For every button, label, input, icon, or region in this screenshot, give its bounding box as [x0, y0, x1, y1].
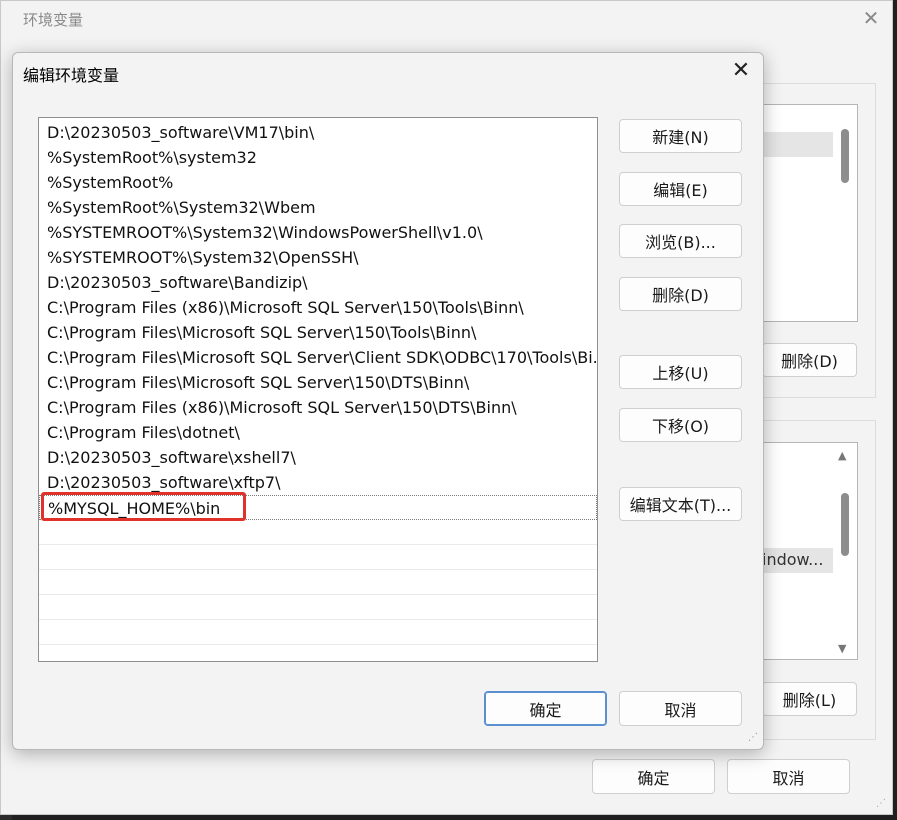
- path-list-item[interactable]: %SystemRoot%\system32: [39, 145, 597, 170]
- move-down-button[interactable]: 下移(O): [619, 408, 742, 442]
- path-list[interactable]: D:\20230503_software\VM17\bin\ %SystemRoo…: [38, 117, 598, 662]
- new-button[interactable]: 新建(N): [619, 119, 742, 153]
- scroll-down-arrow-icon[interactable]: ▼: [838, 642, 846, 655]
- user-variables-scrollbar[interactable]: [841, 129, 849, 183]
- outer-cancel-button[interactable]: 取消: [727, 759, 850, 794]
- dialog-ok-button[interactable]: 确定: [484, 691, 607, 726]
- edit-button[interactable]: 编辑(E): [619, 172, 742, 206]
- user-variables-delete-button[interactable]: 删除(D): [762, 343, 857, 377]
- scroll-up-arrow-icon[interactable]: ▲: [838, 449, 846, 462]
- dialog-resize-grip-icon[interactable]: ⋰: [748, 732, 758, 743]
- path-list-empty-row[interactable]: [39, 520, 597, 545]
- path-list-item[interactable]: C:\Program Files (x86)\Microsoft SQL Ser…: [39, 395, 597, 420]
- dialog-title: 编辑环境变量: [23, 66, 120, 85]
- path-list-item[interactable]: %SystemRoot%: [39, 170, 597, 195]
- path-list-empty-row[interactable]: [39, 620, 597, 645]
- path-list-item[interactable]: D:\20230503_software\VM17\bin\: [39, 120, 597, 145]
- user-variables-selected-row[interactable]: [763, 132, 833, 157]
- move-up-button[interactable]: 上移(U): [619, 355, 742, 389]
- path-list-item[interactable]: D:\20230503_software\xshell7\: [39, 445, 597, 470]
- system-variables-row-text: indow...: [762, 550, 824, 569]
- path-list-item[interactable]: D:\20230503_software\Bandizip\: [39, 270, 597, 295]
- path-list-item[interactable]: C:\Program Files\Microsoft SQL Server\15…: [39, 320, 597, 345]
- path-list-empty-row[interactable]: [39, 545, 597, 570]
- browse-button[interactable]: 浏览(B)...: [619, 224, 742, 258]
- path-list-empty-row[interactable]: [39, 595, 597, 620]
- path-list-item[interactable]: C:\Program Files (x86)\Microsoft SQL Ser…: [39, 295, 597, 320]
- dialog-close-icon[interactable]: ✕: [729, 59, 753, 83]
- dialog-cancel-button[interactable]: 取消: [619, 691, 742, 726]
- outer-window-title: 环境变量: [23, 11, 84, 29]
- edit-text-button[interactable]: 编辑文本(T)...: [619, 487, 742, 521]
- path-list-item[interactable]: %SYSTEMROOT%\System32\WindowsPowerShell\…: [39, 220, 597, 245]
- path-list-item[interactable]: C:\Program Files\Microsoft SQL Server\15…: [39, 370, 597, 395]
- system-variables-delete-button[interactable]: 删除(L): [762, 682, 857, 716]
- system-variables-scrollbar[interactable]: [841, 493, 849, 556]
- path-list-item[interactable]: C:\Program Files\Microsoft SQL Server\Cl…: [39, 345, 597, 370]
- outer-resize-grip-icon[interactable]: ⋰: [876, 798, 886, 809]
- outer-close-icon[interactable]: ✕: [860, 7, 882, 29]
- path-list-item[interactable]: %SystemRoot%\System32\Wbem: [39, 195, 597, 220]
- path-list-item[interactable]: C:\Program Files\dotnet\: [39, 420, 597, 445]
- path-list-item[interactable]: %SYSTEMROOT%\System32\OpenSSH\: [39, 245, 597, 270]
- highlight-annotation-box: [41, 492, 246, 521]
- delete-button[interactable]: 删除(D): [619, 277, 742, 311]
- path-list-empty-row[interactable]: [39, 570, 597, 595]
- outer-ok-button[interactable]: 确定: [592, 759, 715, 794]
